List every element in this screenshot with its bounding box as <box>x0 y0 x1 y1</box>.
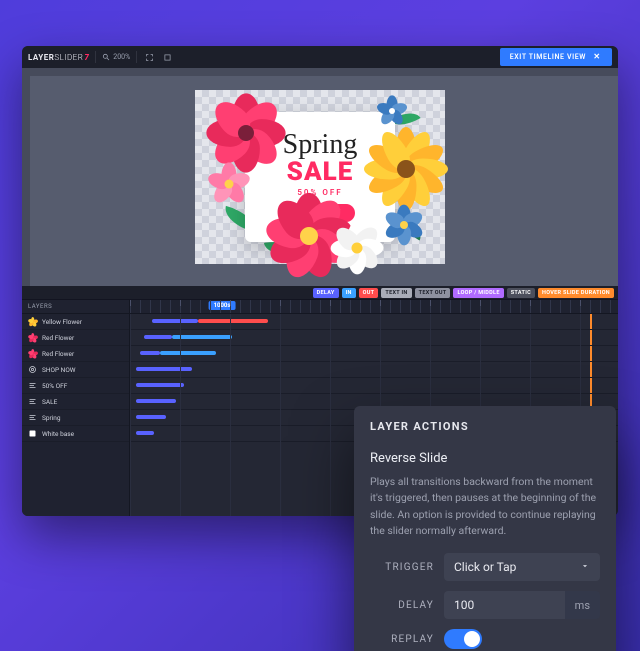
spring-text: Spring <box>283 132 358 157</box>
text-icon <box>28 413 37 422</box>
sale-text: SALE <box>287 159 354 185</box>
time-ruler[interactable]: 1000s <box>130 300 618 314</box>
trigger-row: TRIGGER Click or Tap <box>370 553 600 581</box>
layer-row[interactable]: Red Flower <box>22 346 129 362</box>
tag-delay: DELAY <box>313 288 339 298</box>
ruler-horizontal <box>22 68 618 76</box>
layer-row[interactable]: SHOP NOW <box>22 362 129 378</box>
flower-icon <box>28 333 37 342</box>
trigger-select[interactable]: Click or Tap <box>444 553 600 581</box>
layer-label: SHOP NOW <box>42 366 76 374</box>
tag-out: OUT <box>359 288 379 298</box>
tag-loop: LOOP / MIDDLE <box>453 288 503 298</box>
layer-row[interactable]: White base <box>22 426 129 442</box>
delay-input[interactable]: 100 <box>444 591 565 619</box>
layer-list-header: LAYERS <box>22 300 129 314</box>
layer-label: White base <box>42 430 74 438</box>
topbar: LAYER SLIDER 7 200% EXIT TIMELINE VIEW ✕ <box>22 46 618 68</box>
playhead-badge[interactable]: 1000s <box>209 301 236 310</box>
flower-yellow <box>371 134 441 204</box>
tag-in: IN <box>342 288 356 298</box>
layer-row[interactable]: Red Flower <box>22 330 129 346</box>
tag-textout: TEXT OUT <box>415 288 451 298</box>
track-row[interactable] <box>130 378 618 394</box>
panel-header: LAYER ACTIONS <box>354 406 616 447</box>
canvas[interactable]: Spring SALE 50% OFF SHOP NOW <box>22 68 618 286</box>
layer-row[interactable]: SALE <box>22 394 129 410</box>
flower-pink <box>211 166 247 202</box>
fit-button[interactable] <box>161 51 173 63</box>
layer-actions-panel: LAYER ACTIONS Reverse Slide Plays all tr… <box>354 406 616 651</box>
ruler-vertical <box>22 68 30 286</box>
search-icon <box>102 53 110 61</box>
track-row[interactable] <box>130 314 618 330</box>
layer-label: Spring <box>42 414 61 422</box>
trigger-label: TRIGGER <box>370 562 434 573</box>
flower-icon <box>28 317 37 326</box>
layer-label: SALE <box>42 398 57 406</box>
brand-logo: LAYER SLIDER 7 <box>28 53 89 62</box>
zoom-control[interactable]: 200% <box>102 53 130 61</box>
delay-row: DELAY 100 ms <box>370 591 600 619</box>
flower-icon <box>28 349 37 358</box>
replay-label: REPLAY <box>370 634 434 645</box>
flower-white <box>335 226 379 270</box>
brand-part3: 7 <box>84 53 89 62</box>
chevron-down-icon <box>580 560 590 574</box>
action-title: Reverse Slide <box>370 451 600 466</box>
tag-hover: HOVER SLIDE DURATION <box>538 288 614 298</box>
shape-icon <box>28 429 37 438</box>
action-description: Plays all transitions backward from the … <box>370 474 600 539</box>
replay-row: REPLAY <box>370 629 600 649</box>
track-row[interactable] <box>130 330 618 346</box>
slide-stage[interactable]: Spring SALE 50% OFF SHOP NOW <box>195 90 445 264</box>
layer-label: Yellow Flower <box>42 318 82 326</box>
zoom-value: 200% <box>113 53 130 61</box>
flower-red <box>213 100 279 166</box>
exit-timeline-label: EXIT TIMELINE VIEW <box>510 53 586 61</box>
slide-artwork: Spring SALE 50% OFF SHOP NOW <box>195 90 445 264</box>
flower-blue <box>379 98 405 124</box>
layer-row[interactable]: 50% OFF <box>22 378 129 394</box>
layer-label: 50% OFF <box>42 382 67 390</box>
track-row[interactable] <box>130 346 618 362</box>
replay-toggle[interactable] <box>444 629 482 649</box>
fullscreen-button[interactable] <box>143 51 155 63</box>
layer-list: LAYERS Yellow Flower <box>22 300 130 516</box>
layer-label: Red Flower <box>42 350 74 358</box>
text-icon <box>28 397 37 406</box>
text-icon <box>28 381 37 390</box>
layer-label: Red Flower <box>42 334 74 342</box>
separator <box>136 51 137 63</box>
flower-blue <box>387 208 421 242</box>
track-row[interactable] <box>130 362 618 378</box>
toggle-knob <box>464 631 480 647</box>
brand-part1: LAYER <box>28 53 54 62</box>
layer-row[interactable]: Yellow Flower <box>22 314 129 330</box>
close-icon[interactable]: ✕ <box>592 52 602 62</box>
trigger-value: Click or Tap <box>454 560 516 574</box>
delay-label: DELAY <box>370 600 434 611</box>
layer-row[interactable]: Spring <box>22 410 129 426</box>
tag-textin: TEXT IN <box>381 288 411 298</box>
delay-unit: ms <box>565 591 600 619</box>
timeline-legend: DELAY IN OUT TEXT IN TEXT OUT LOOP / MID… <box>22 286 618 300</box>
tag-static: STATIC <box>507 288 535 298</box>
target-icon <box>28 365 37 374</box>
separator <box>95 51 96 63</box>
brand-part2: SLIDER <box>54 53 83 62</box>
exit-timeline-button[interactable]: EXIT TIMELINE VIEW ✕ <box>500 48 612 66</box>
